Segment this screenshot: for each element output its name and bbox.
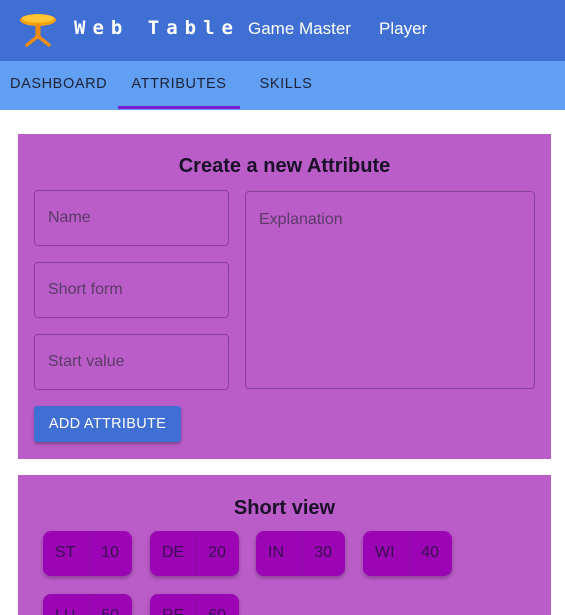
explanation-input[interactable] — [245, 191, 535, 389]
attribute-chip-wi[interactable]: WI 40 — [363, 531, 452, 576]
attribute-chip-de[interactable]: DE 20 — [150, 531, 239, 576]
create-attribute-title: Create a new Attribute — [178, 155, 391, 177]
chip-divider — [89, 531, 90, 576]
attribute-chip-re[interactable]: RE 60 — [150, 594, 239, 615]
chip-divider — [409, 531, 410, 576]
app-brand[interactable]: Web Table — [74, 17, 240, 39]
attribute-value: 40 — [421, 544, 439, 561]
attribute-abbr: DE — [162, 544, 185, 561]
attribute-abbr: RE — [162, 607, 184, 615]
nav-player[interactable]: Player — [379, 19, 427, 39]
nav-game-master[interactable]: Game Master — [248, 19, 351, 39]
chip-divider — [196, 594, 197, 615]
attribute-value: 60 — [208, 607, 226, 615]
attribute-value: 50 — [101, 607, 119, 615]
name-input[interactable] — [34, 190, 229, 246]
attribute-chip-st[interactable]: ST 10 — [43, 531, 132, 576]
tab-skills[interactable]: SKILLS — [248, 61, 324, 110]
start-value-input[interactable] — [34, 334, 229, 390]
chip-divider — [302, 531, 303, 576]
short-form-input[interactable] — [34, 262, 229, 318]
attribute-abbr: ST — [55, 544, 76, 561]
app-bar: Web Table Game Master Player — [0, 0, 565, 61]
attribute-abbr: IN — [268, 544, 284, 561]
tab-bar: DASHBOARD ATTRIBUTES SKILLS — [0, 61, 565, 110]
attribute-chip-lu[interactable]: LU 50 — [43, 594, 132, 615]
tab-attributes[interactable]: ATTRIBUTES — [118, 61, 240, 110]
tab-dashboard[interactable]: DASHBOARD — [0, 61, 112, 110]
chip-divider — [89, 594, 90, 615]
attribute-value: 30 — [314, 544, 332, 561]
attribute-abbr: WI — [375, 544, 395, 561]
attribute-value: 10 — [101, 544, 119, 561]
add-attribute-button[interactable]: ADD ATTRIBUTE — [34, 406, 181, 442]
create-attribute-card: Create a new Attribute ADD ATTRIBUTE — [18, 134, 551, 459]
attribute-chip-in[interactable]: IN 30 — [256, 531, 345, 576]
table-icon[interactable] — [18, 11, 58, 47]
active-tab-indicator — [118, 106, 240, 109]
chip-divider — [196, 531, 197, 576]
short-view-title: Short view — [233, 497, 336, 519]
short-view-card: Short view ST 10 DE 20 IN 30 WI 40 LU 50… — [18, 475, 551, 615]
attribute-value: 20 — [208, 544, 226, 561]
attribute-abbr: LU — [55, 607, 75, 615]
